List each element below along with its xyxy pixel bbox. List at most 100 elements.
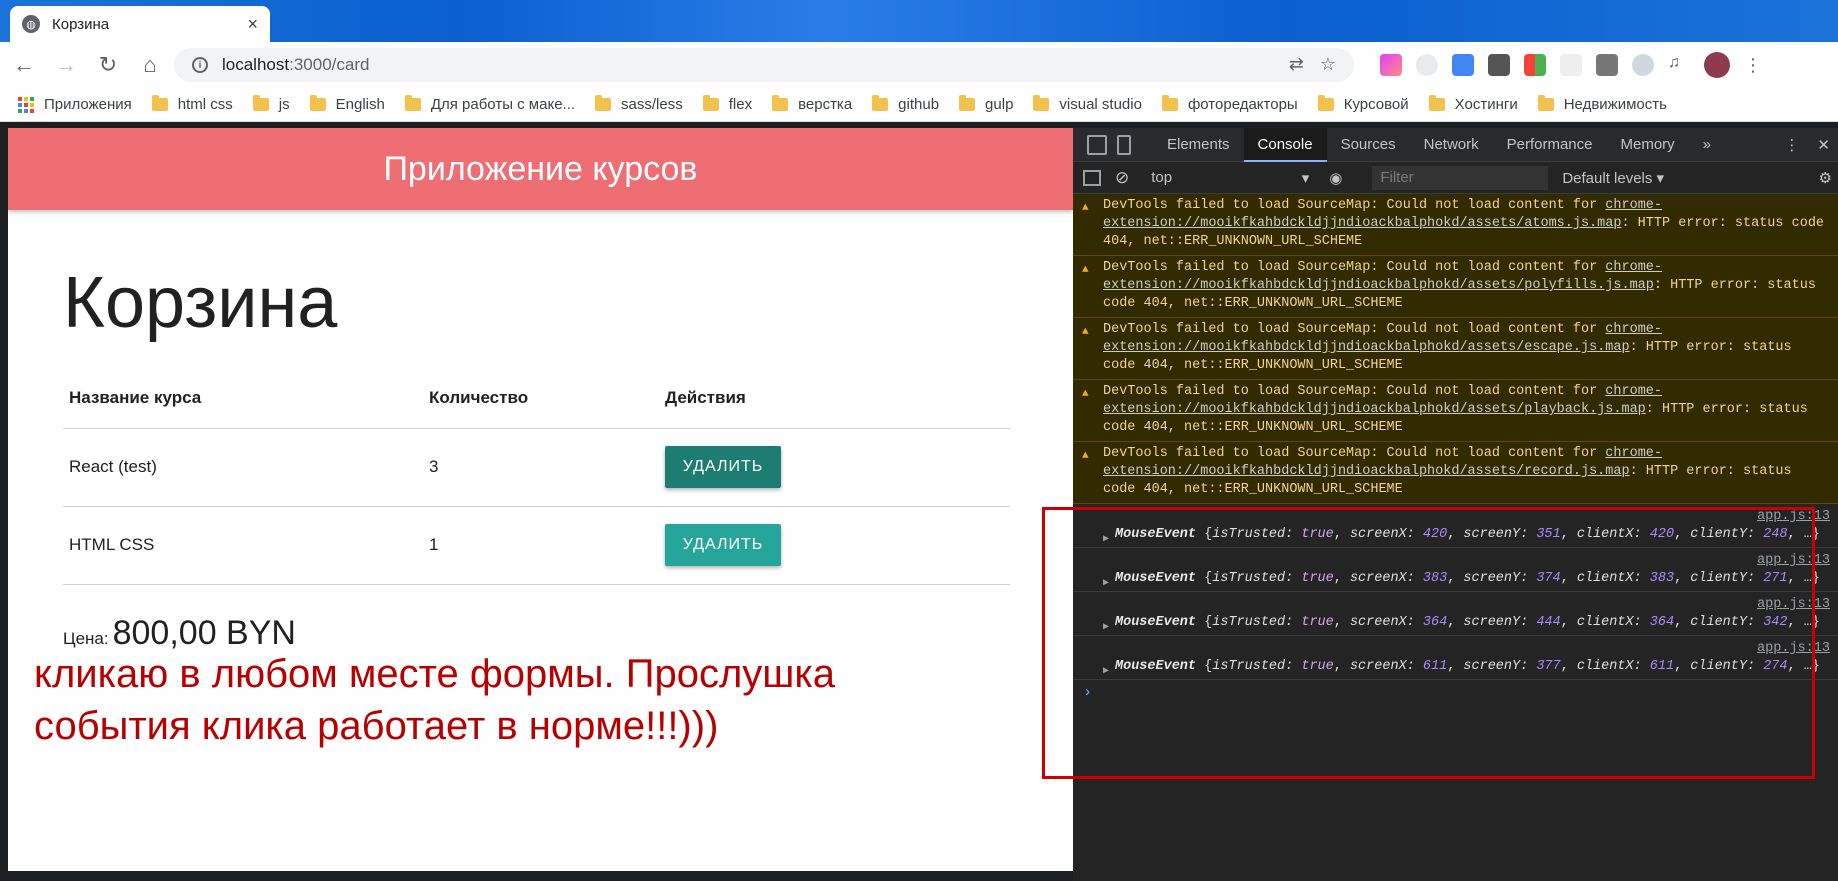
back-icon[interactable]: ← xyxy=(6,47,42,83)
warning-icon: ▲ xyxy=(1082,326,1089,338)
close-devtools-icon[interactable]: ✕ xyxy=(1817,136,1830,154)
bookmark-folder[interactable]: Для работы с маке... xyxy=(404,95,575,113)
info-icon[interactable]: i xyxy=(192,57,208,73)
warning-icon: ▲ xyxy=(1082,264,1089,276)
bookmark-star-icon[interactable]: ☆ xyxy=(1320,54,1336,75)
address-bar[interactable]: i localhost:3000/card ⇄ ☆ xyxy=(174,48,1354,82)
tab-elements[interactable]: Elements xyxy=(1153,128,1244,162)
console-warning: ▲ DevTools failed to load SourceMap: Cou… xyxy=(1073,194,1838,256)
folder-icon xyxy=(151,95,168,111)
bookmark-folder[interactable]: English xyxy=(309,95,385,113)
extension-icon[interactable] xyxy=(1488,54,1510,76)
folder-icon xyxy=(772,95,789,111)
avatar[interactable] xyxy=(1704,52,1730,78)
course-name: React (test) xyxy=(63,428,423,507)
page-title: Корзина xyxy=(63,263,338,343)
forward-icon[interactable]: → xyxy=(48,47,84,83)
table-row: HTML CSS 1 УДАЛИТЬ xyxy=(63,506,1010,585)
column-header: Название курса xyxy=(63,368,423,429)
delete-button[interactable]: УДАЛИТЬ xyxy=(665,524,781,566)
folder-icon xyxy=(595,95,612,111)
bookmark-folder[interactable]: js xyxy=(252,95,290,113)
bookmark-apps[interactable]: Приложения xyxy=(18,96,132,113)
menu-icon[interactable]: ⋮ xyxy=(1744,55,1762,76)
tab-title: Корзина xyxy=(52,15,110,33)
annotation-highlight-box xyxy=(1042,507,1815,779)
folder-icon xyxy=(404,95,421,111)
close-tab-icon[interactable]: × xyxy=(247,14,258,35)
console-warning: ▲ DevTools failed to load SourceMap: Cou… xyxy=(1073,442,1838,504)
folder-icon xyxy=(1161,95,1178,111)
tab-sources[interactable]: Sources xyxy=(1327,128,1410,162)
settings-gear-icon[interactable]: ⚙ xyxy=(1819,169,1832,187)
tab-memory[interactable]: Memory xyxy=(1607,128,1689,162)
bookmark-folder[interactable]: верстка xyxy=(772,95,852,113)
extensions-bar: ♫ ⋮ xyxy=(1380,48,1762,82)
folder-icon xyxy=(702,95,719,111)
title-bar: ◍ Корзина × xyxy=(0,0,1838,42)
brand-logo[interactable]: Приложение курсов xyxy=(383,150,697,189)
bookmark-folder[interactable]: github xyxy=(872,95,939,113)
warning-icon: ▲ xyxy=(1082,450,1089,462)
annotation-text: кликаю в любом месте формы. Прослушка со… xyxy=(34,652,835,748)
cart-table: Название курса Количество Действия React… xyxy=(63,368,1010,585)
extension-icon[interactable] xyxy=(1524,54,1546,76)
inspect-icon[interactable] xyxy=(1087,134,1107,155)
column-header: Действия xyxy=(659,368,1010,429)
folder-icon xyxy=(1537,95,1554,111)
eye-icon[interactable]: ◉ xyxy=(1329,169,1342,187)
price-label: Цена: xyxy=(63,629,109,648)
browser-tab[interactable]: ◍ Корзина × xyxy=(10,6,270,42)
apps-icon xyxy=(18,96,34,113)
bookmark-folder[interactable]: sass/less xyxy=(595,95,683,113)
dropdown-icon: ▾ xyxy=(1301,169,1310,187)
log-levels-dropdown[interactable]: Default levels ▾ xyxy=(1562,169,1664,187)
translate-icon[interactable]: ⇄ xyxy=(1289,54,1304,75)
clear-console-icon[interactable]: ⊘ xyxy=(1115,168,1129,188)
bookmark-folder[interactable]: html css xyxy=(151,95,233,113)
folder-icon xyxy=(1428,95,1445,111)
tab-performance[interactable]: Performance xyxy=(1493,128,1607,162)
filter-input[interactable]: Filter xyxy=(1372,165,1549,190)
extension-icon[interactable] xyxy=(1560,54,1582,76)
browser-toolbar: ← → ↻ ⌂ i localhost:3000/card ⇄ ☆ ♫ ⋮ xyxy=(0,42,1838,88)
bookmark-folder[interactable]: Недвижимость xyxy=(1537,95,1667,113)
folder-icon xyxy=(1317,95,1334,111)
kebab-menu-icon[interactable]: ⋮ xyxy=(1784,136,1799,154)
extension-icon[interactable] xyxy=(1596,54,1618,76)
globe-icon: ◍ xyxy=(22,15,40,33)
sidebar-toggle-icon[interactable] xyxy=(1083,169,1101,186)
media-icon[interactable]: ♫ xyxy=(1668,54,1690,76)
warning-icon: ▲ xyxy=(1082,202,1089,214)
actions-cell: УДАЛИТЬ xyxy=(659,428,1010,507)
console-warning: ▲ DevTools failed to load SourceMap: Cou… xyxy=(1073,318,1838,380)
console-warning: ▲ DevTools failed to load SourceMap: Cou… xyxy=(1073,380,1838,442)
home-icon[interactable]: ⌂ xyxy=(132,47,168,83)
folder-icon xyxy=(309,95,326,111)
device-toolbar-icon[interactable] xyxy=(1117,134,1131,155)
tab-console[interactable]: Console xyxy=(1243,127,1327,162)
bookmark-folder[interactable]: Хостинги xyxy=(1428,95,1518,113)
reload-icon[interactable]: ↻ xyxy=(90,47,126,83)
tab-network[interactable]: Network xyxy=(1410,128,1493,162)
extension-icon[interactable] xyxy=(1632,54,1654,76)
warning-icon: ▲ xyxy=(1082,388,1089,400)
extension-icon[interactable] xyxy=(1452,54,1474,76)
context-selector[interactable]: top ▾ xyxy=(1145,169,1315,187)
delete-button[interactable]: УДАЛИТЬ xyxy=(665,446,781,488)
more-tabs-button[interactable]: » xyxy=(1689,128,1725,162)
bookmark-folder[interactable]: gulp xyxy=(959,95,1013,113)
devtools-tabs: Elements Console Sources Network Perform… xyxy=(1073,127,1838,162)
app-navbar: Приложение курсов xyxy=(8,128,1073,210)
course-quantity: 3 xyxy=(423,428,659,507)
bookmarks-bar: Приложения html css js English Для работ… xyxy=(0,88,1838,122)
bookmark-folder[interactable]: visual studio xyxy=(1033,95,1142,113)
extension-icon[interactable] xyxy=(1416,54,1438,76)
bookmark-folder[interactable]: фоторедакторы xyxy=(1161,95,1298,113)
column-header: Количество xyxy=(423,368,659,429)
price-value: 800,00 BYN xyxy=(112,614,296,652)
extension-icon[interactable] xyxy=(1380,54,1402,76)
bookmark-folder[interactable]: Курсовой xyxy=(1317,95,1409,113)
course-name: HTML CSS xyxy=(63,506,423,585)
bookmark-folder[interactable]: flex xyxy=(702,95,752,113)
